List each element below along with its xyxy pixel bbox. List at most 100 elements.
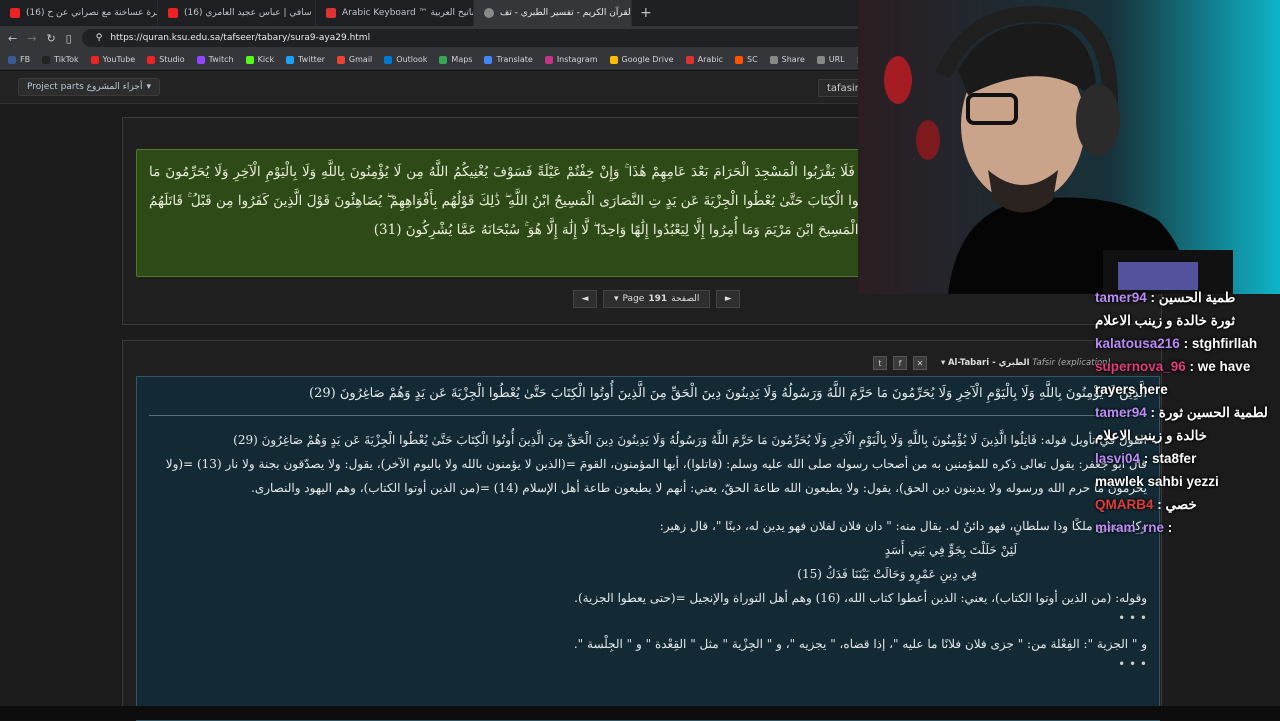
bookmark-favicon-icon (90, 55, 99, 64)
bookmark-item[interactable]: FB (8, 55, 30, 64)
chat-username: supernova_96 (1095, 359, 1186, 374)
bookmark-label: Outlook (396, 55, 428, 64)
chat-separator: : (1146, 405, 1159, 420)
bookmark-item[interactable]: YouTube (90, 55, 135, 64)
chat-username: kalatousa216 (1095, 336, 1180, 351)
bookmark-item[interactable]: URL (816, 55, 845, 64)
chat-username: tamer94 (1095, 290, 1147, 305)
chat-text: sta8fer (1152, 451, 1197, 466)
tafsir-paragraph: و " الجزية ": الفِعْلة من: " جزى فلان فل… (573, 637, 1147, 651)
bookmark-favicon-icon (286, 55, 295, 64)
bookmark-favicon-icon (769, 55, 778, 64)
bookmark-item[interactable]: Translate (484, 55, 533, 64)
chevron-down-icon: ▾ (614, 294, 619, 304)
chat-message: rayers here (1095, 378, 1280, 401)
forward-icon[interactable]: → (27, 32, 36, 45)
bookmark-item[interactable]: Share (769, 55, 805, 64)
bookmark-item[interactable]: TikTok (42, 55, 79, 64)
browser-tab[interactable]: (16) احمل سافي | عباس عجيد العامري (158, 0, 316, 26)
bookmark-item[interactable]: Arabic (685, 55, 723, 64)
bookmark-item[interactable]: Gmail (336, 55, 373, 64)
separator-dots: • • • (1118, 657, 1147, 671)
chat-message: kalatousa216 : stghfirllah (1095, 332, 1280, 355)
chat-text: طمية الحسين (1158, 290, 1236, 305)
chat-message: lasvi04 : sta8fer (1095, 447, 1280, 470)
bookmark-favicon-icon (544, 55, 553, 64)
bookmark-item[interactable]: Maps (439, 55, 472, 64)
tafsir-content: الَّذِينَ لَا يُؤْمِنُونَ بِاللَّهِ وَلَ… (136, 376, 1160, 721)
back-icon[interactable]: ← (8, 32, 17, 45)
bookmark-favicon-icon (245, 55, 254, 64)
tafsir-dropdown[interactable]: ▾ Al-Tabari - الطبري Tafsir (explication… (941, 358, 1111, 368)
chat-username: lasvi04 (1095, 451, 1141, 466)
page-selector[interactable]: ▾ Page 191 الصفحة (603, 290, 711, 308)
tab-title: القرآن الكريم - تفسير الطبري - تف (500, 8, 632, 18)
browser-tab-active[interactable]: القرآن الكريم - تفسير الطبري - تف✕ (474, 0, 632, 26)
chat-message: خالدة و زينب الاعلام (1095, 424, 1280, 447)
page-label: Page (622, 294, 645, 304)
facebook-share-icon[interactable]: f (893, 356, 907, 370)
page-label-arabic: الصفحة (671, 294, 700, 304)
tab-title: (16) مناظرة عساخنة مع نصراني عن ح (26, 8, 157, 18)
bookmark-favicon-icon (147, 55, 156, 64)
bookmark-item[interactable]: SC (734, 55, 758, 64)
reload-icon[interactable]: ↻ (46, 32, 55, 45)
tafsir-panel: t f ✕ ▾ Al-Tabari - الطبري Tafsir (expli… (122, 340, 1162, 721)
globe-icon (484, 8, 494, 18)
bookmark-item[interactable]: Google Drive (609, 55, 674, 64)
streamer-image (858, 0, 1280, 294)
tafasir-label: tafasir (827, 82, 859, 94)
bookmark-label: Instagram (556, 55, 598, 64)
project-parts-dropdown[interactable]: Project parts أجزاء المشروع ▾ (18, 78, 160, 96)
chat-text: ثورة خالدة و زينب الاعلام (1095, 313, 1236, 328)
tab-title: (16) احمل سافي | عباس عجيد العامري (184, 8, 315, 18)
chat-separator: : (1140, 451, 1153, 466)
bookmark-label: Arabic (697, 55, 723, 64)
chat-text: خصي (1165, 497, 1197, 512)
chat-separator: : (1185, 359, 1198, 374)
bookmark-icon[interactable]: ▯ (66, 32, 72, 45)
bookmark-item[interactable]: Studio (147, 55, 185, 64)
chat-message: mawlek sahbi yezzi (1095, 470, 1280, 493)
chat-text: خالدة و زينب الاعلام (1095, 428, 1208, 443)
bookmark-label: Kick (257, 55, 275, 64)
youtube-icon (10, 8, 20, 18)
bookmark-favicon-icon (816, 55, 825, 64)
page-navigation: ◄ ▾ Page 191 الصفحة ► (573, 290, 741, 308)
bookmark-label: Gmail (348, 55, 373, 64)
tafsir-toolbar: t f ✕ ▾ Al-Tabari - الطبري Tafsir (expli… (873, 355, 1111, 371)
bookmark-label: SC (746, 55, 758, 64)
chat-message: tamer94 : طمية الحسين (1095, 286, 1280, 309)
twitter-share-icon[interactable]: t (873, 356, 887, 370)
url-text: https://quran.ksu.edu.sa/tafseer/tabary/… (110, 33, 371, 43)
browser-tab[interactable]: Arabic Keyboard ™ لوحة المفاتيح العربية (316, 0, 474, 26)
close-icon[interactable]: ✕ (913, 356, 927, 370)
new-tab-button[interactable]: + (632, 5, 660, 21)
bookmark-item[interactable]: Outlook (384, 55, 427, 64)
tafsir-title: Al-Tabari - الطبري (947, 358, 1030, 368)
chat-username: QMARB4 (1095, 497, 1154, 512)
prev-page-button[interactable]: ◄ (573, 290, 597, 308)
chat-username: tamer94 (1095, 405, 1147, 420)
bookmark-item[interactable]: Kick (245, 55, 275, 64)
chat-separator: : (1179, 336, 1192, 351)
bookmark-favicon-icon (484, 55, 493, 64)
bookmark-favicon-icon (439, 55, 448, 64)
next-page-button[interactable]: ► (716, 290, 741, 308)
bookmark-label: Twitch (208, 55, 234, 64)
browser-tab[interactable]: (16) مناظرة عساخنة مع نصراني عن ح (0, 0, 158, 26)
bookmark-favicon-icon (8, 55, 16, 64)
bookmark-item[interactable]: Twitch (196, 55, 234, 64)
bookmark-item[interactable]: Instagram (544, 55, 598, 64)
bookmark-label: Twitter (298, 55, 325, 64)
chat-message: tamer94 : لطمية الحسين ثورة (1095, 401, 1280, 424)
chat-message: miram_rne : (1095, 516, 1280, 539)
poetry-line: لَئِنْ حَلَلْتَ بِجَوٍّ فِي بَنِي أَسَدٍ (884, 543, 1017, 557)
tafsir-paragraph: قال أبو جعفر: يقول تعالى ذكره للمؤمنين ب… (165, 457, 1147, 495)
bookmark-favicon-icon (685, 55, 694, 64)
bookmark-item[interactable]: Twitter (286, 55, 325, 64)
bookmark-label: Studio (159, 55, 185, 64)
tafsir-paragraph: وقوله: (من الذين أوتوا الكتاب)، يعني: ال… (574, 591, 1147, 605)
bookmark-label: Maps (451, 55, 473, 64)
site-info-icon[interactable]: ⚲ (96, 33, 103, 43)
